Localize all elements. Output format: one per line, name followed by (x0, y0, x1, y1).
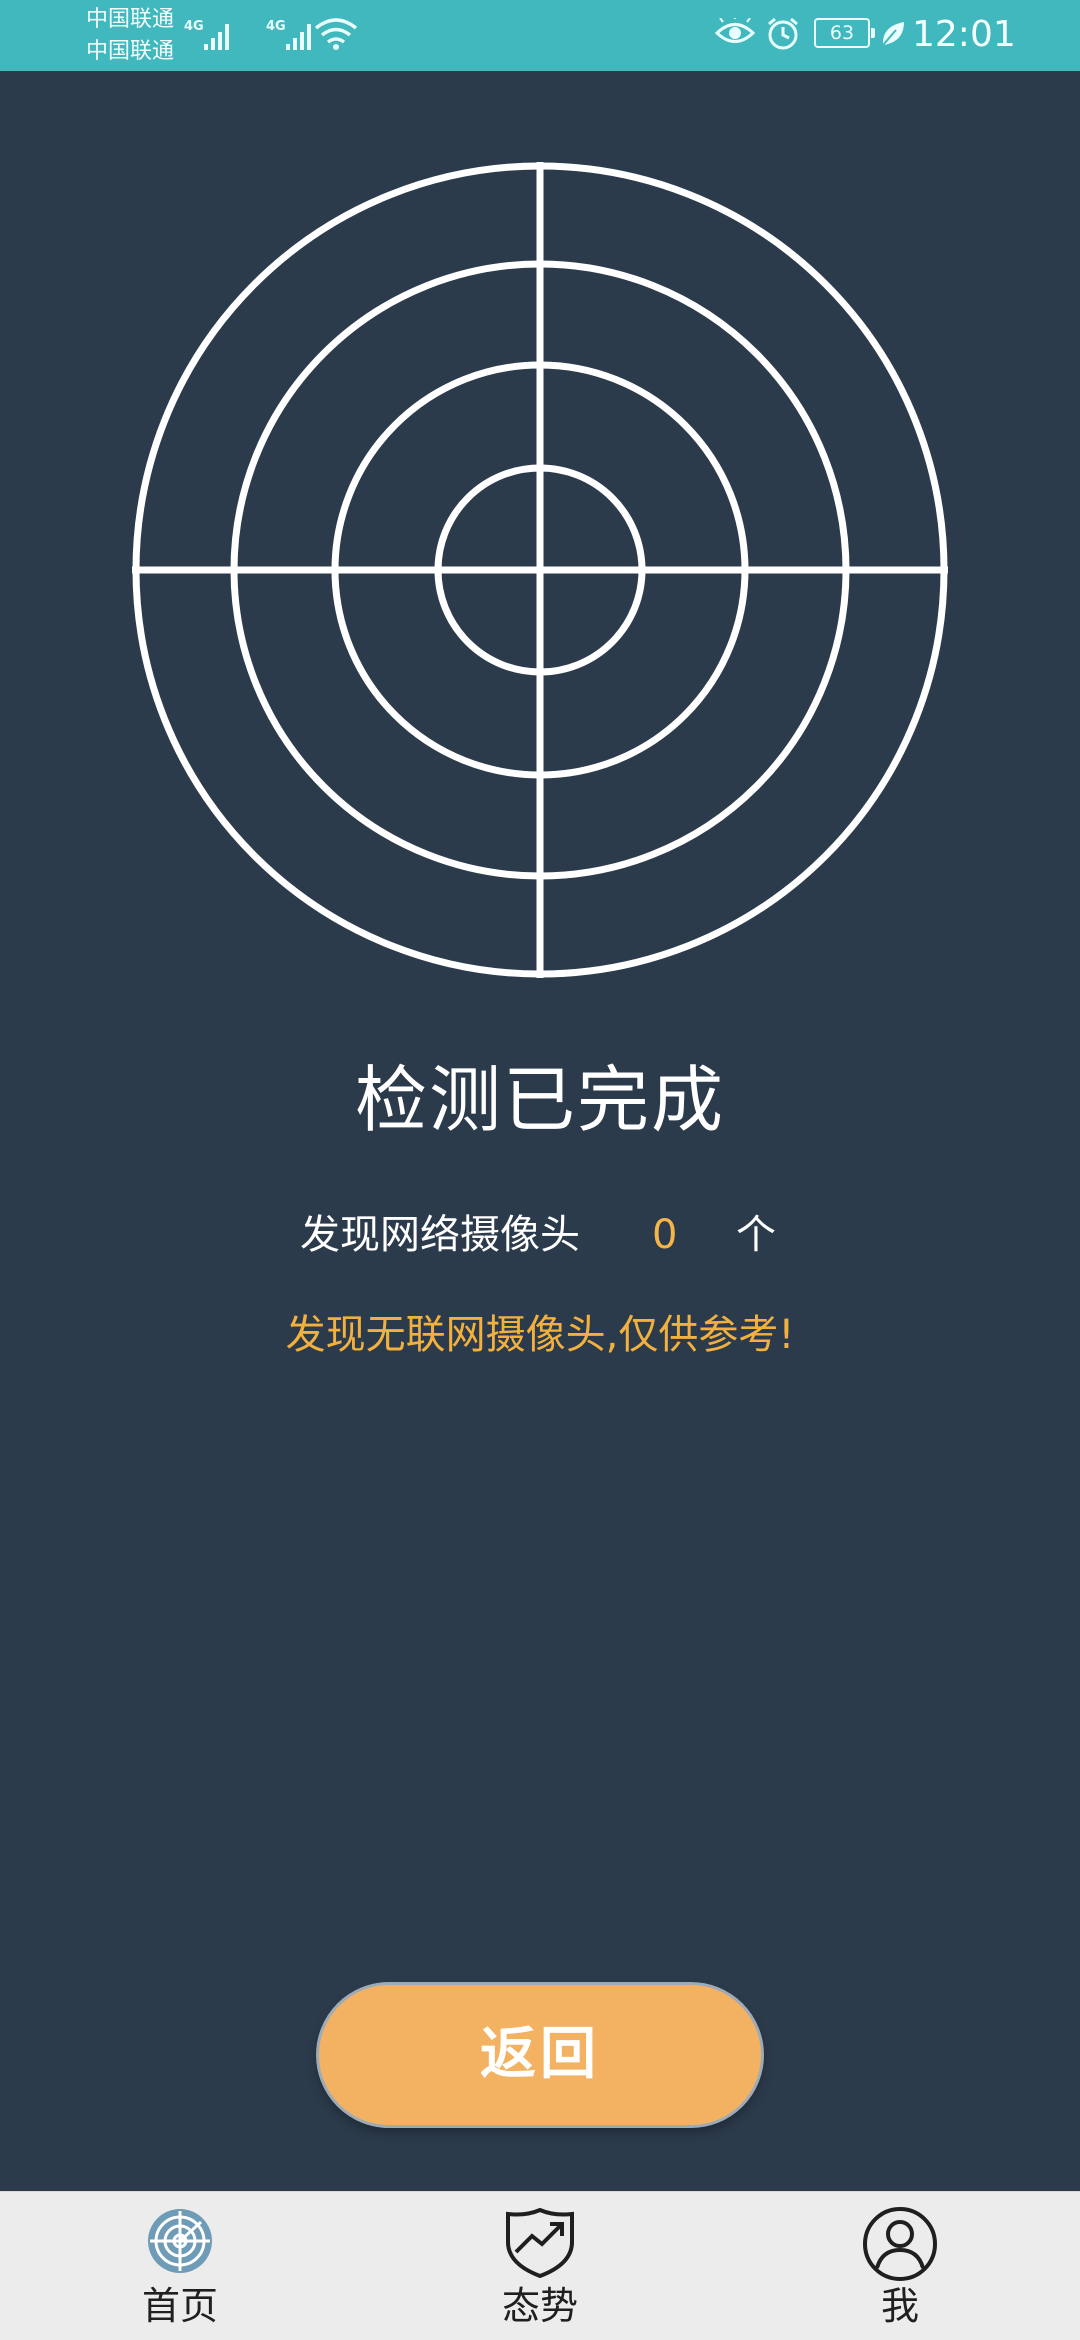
status-bar: 中国联通 中国联通 4G 4G 63 12:01 (0, 0, 1080, 71)
leaf-icon (882, 22, 904, 46)
page-title: 检测已完成 (354, 1058, 725, 1142)
network-type-1: 4G (184, 19, 204, 34)
tab-home[interactable]: 首页 (80, 2192, 280, 2340)
clock-time: 12:01 (912, 14, 1016, 55)
alarm-icon (768, 17, 798, 50)
tab-label-home: 首页 (141, 2284, 218, 2328)
carrier-name-2: 中国联通 (86, 39, 175, 64)
camera-count-unit: 个 (736, 1212, 776, 1258)
eye-comfort-icon (715, 18, 755, 43)
tab-me[interactable]: 我 (800, 2192, 1000, 2340)
shield-trend-icon (506, 2207, 574, 2278)
battery-icon: 63 (814, 18, 875, 48)
result-notice: 发现无联网摄像头,仅供参考! (285, 1312, 795, 1358)
bottom-nav: 首页 态势 我 (0, 2191, 1080, 2340)
camera-count-label: 发现网络摄像头 (300, 1212, 580, 1258)
network-type-2: 4G (266, 19, 286, 34)
wifi-icon (314, 18, 358, 50)
user-icon (863, 2207, 937, 2281)
carrier-name-1: 中国联通 (86, 7, 175, 32)
radar-icon (148, 2209, 212, 2273)
camera-count-row: 发现网络摄像头 0 个 (0, 1200, 1080, 1270)
camera-count-value: 0 (652, 1212, 678, 1258)
signal-icon: 4G (184, 19, 229, 50)
radar-graphic (132, 162, 948, 978)
tab-label-me: 我 (880, 2284, 919, 2328)
tab-label-trend: 态势 (501, 2284, 578, 2328)
tab-trend[interactable]: 态势 (440, 2192, 640, 2340)
return-button[interactable]: 返回 (316, 1982, 764, 2128)
